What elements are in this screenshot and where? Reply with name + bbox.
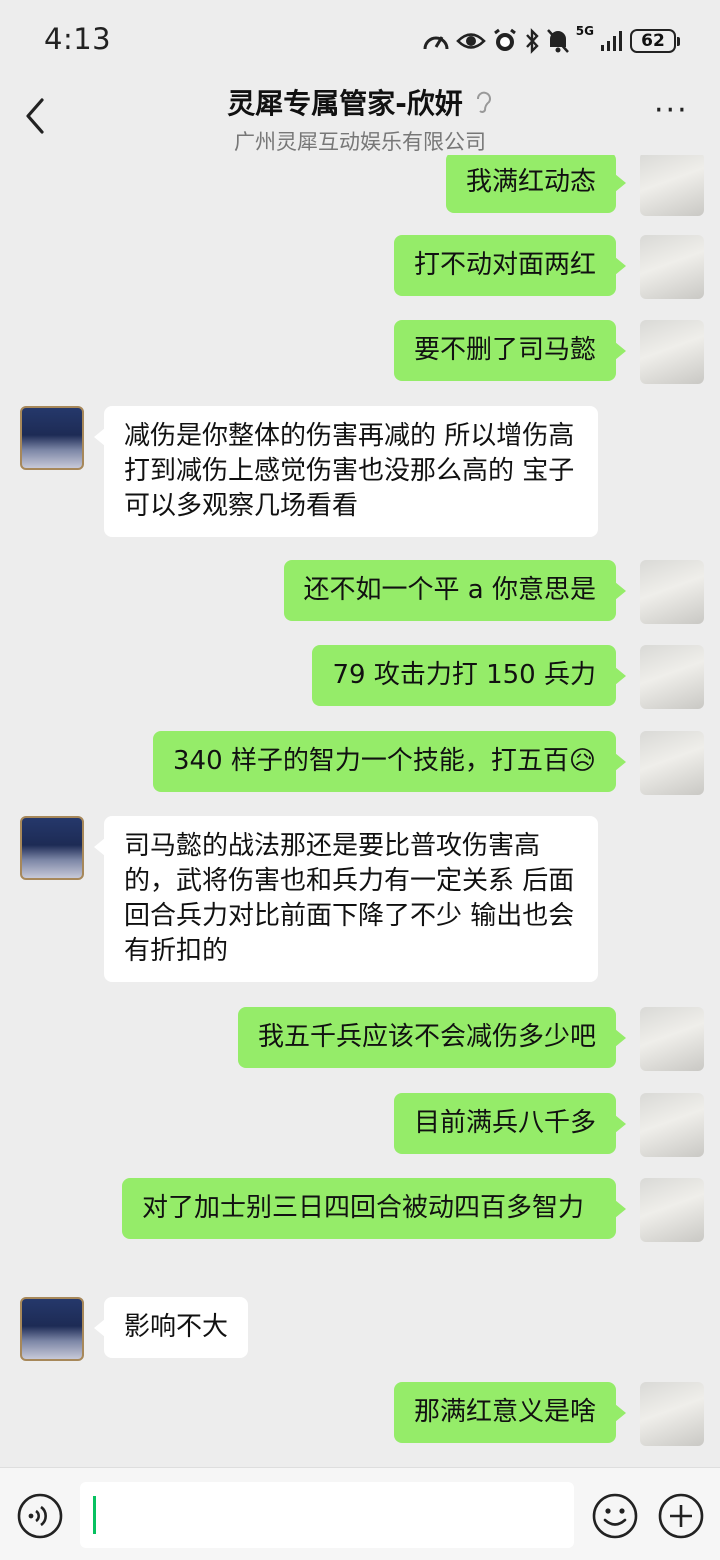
alarm-icon (492, 28, 518, 54)
sent-message[interactable]: 340 样子的智力一个技能，打五百😥 (153, 731, 626, 792)
speedometer-icon (422, 29, 450, 53)
sent-message[interactable]: 目前满兵八千多 (393, 1093, 627, 1154)
page-subtitle: 广州灵犀互动娱乐有限公司 (234, 130, 486, 154)
contact-avatar[interactable] (20, 1297, 84, 1361)
voice-icon (17, 1493, 63, 1539)
sent-message[interactable]: 我满红动态 (445, 155, 627, 213)
voice-button[interactable] (16, 1492, 64, 1540)
my-avatar[interactable] (640, 1007, 704, 1071)
message-input[interactable] (80, 1482, 574, 1548)
sent-message[interactable]: 要不删了司马懿 (393, 320, 627, 381)
input-bar (0, 1467, 720, 1560)
emoji-icon (592, 1493, 638, 1539)
battery-icon: 62 (630, 29, 680, 53)
status-time: 4:13 (44, 22, 112, 56)
my-avatar[interactable] (640, 155, 704, 216)
status-icons: 5G 62 (422, 24, 680, 56)
more-functions-button[interactable] (657, 1492, 705, 1540)
chat-header: 灵犀专属管家-欣妍 广州灵犀互动娱乐有限公司 ··· (0, 80, 720, 155)
contact-avatar[interactable] (20, 816, 84, 880)
plus-icon (658, 1493, 704, 1539)
received-message[interactable]: 影响不大 (93, 1297, 249, 1358)
my-avatar[interactable] (640, 1093, 704, 1157)
status-bar: 4:13 5G 62 (0, 0, 720, 80)
chat-messages[interactable]: 我满红动态 打不动对面两红 要不删了司马懿 减伤是你整体的伤害再减的 所以增伤高… (0, 155, 720, 1467)
received-message[interactable]: 司马懿的战法那还是要比普攻伤害高的，武将伤害也和兵力有一定关系 后面回合兵力对比… (94, 816, 598, 982)
my-avatar[interactable] (640, 1382, 704, 1446)
sent-message[interactable]: 79 攻击力打 150 兵力 (312, 645, 626, 706)
sent-message[interactable]: 那满红意义是啥 (393, 1382, 627, 1443)
my-avatar[interactable] (640, 1178, 704, 1242)
received-message[interactable]: 减伤是你整体的伤害再减的 所以增伤高打到减伤上感觉伤害也没那么高的 宝子可以多观… (94, 406, 598, 537)
mute-bell-icon (546, 28, 570, 54)
eye-icon (455, 30, 486, 52)
sent-message[interactable]: 打不动对面两红 (393, 235, 627, 296)
my-avatar[interactable] (640, 645, 704, 709)
more-button[interactable]: ··· (654, 96, 692, 128)
my-avatar[interactable] (640, 560, 704, 624)
text-caret (93, 1496, 96, 1534)
my-avatar[interactable] (640, 235, 704, 299)
sent-message[interactable]: 对了加士别三日四回合被动四百多智力 (122, 1178, 626, 1239)
my-avatar[interactable] (640, 320, 704, 384)
title-block: 灵犀专属管家-欣妍 广州灵犀互动娱乐有限公司 (0, 82, 720, 156)
my-avatar[interactable] (640, 731, 704, 795)
bluetooth-icon (524, 28, 540, 54)
sent-message[interactable]: 我五千兵应该不会减伤多少吧 (237, 1007, 627, 1068)
contact-avatar[interactable] (20, 406, 84, 470)
signal-icon (600, 30, 624, 52)
page-title: 灵犀专属管家-欣妍 (227, 87, 463, 120)
network-label: 5G (575, 24, 594, 38)
emoji-button[interactable] (591, 1492, 639, 1540)
sent-message[interactable]: 还不如一个平 a 你意思是 (283, 560, 627, 621)
ear-icon (476, 91, 491, 113)
